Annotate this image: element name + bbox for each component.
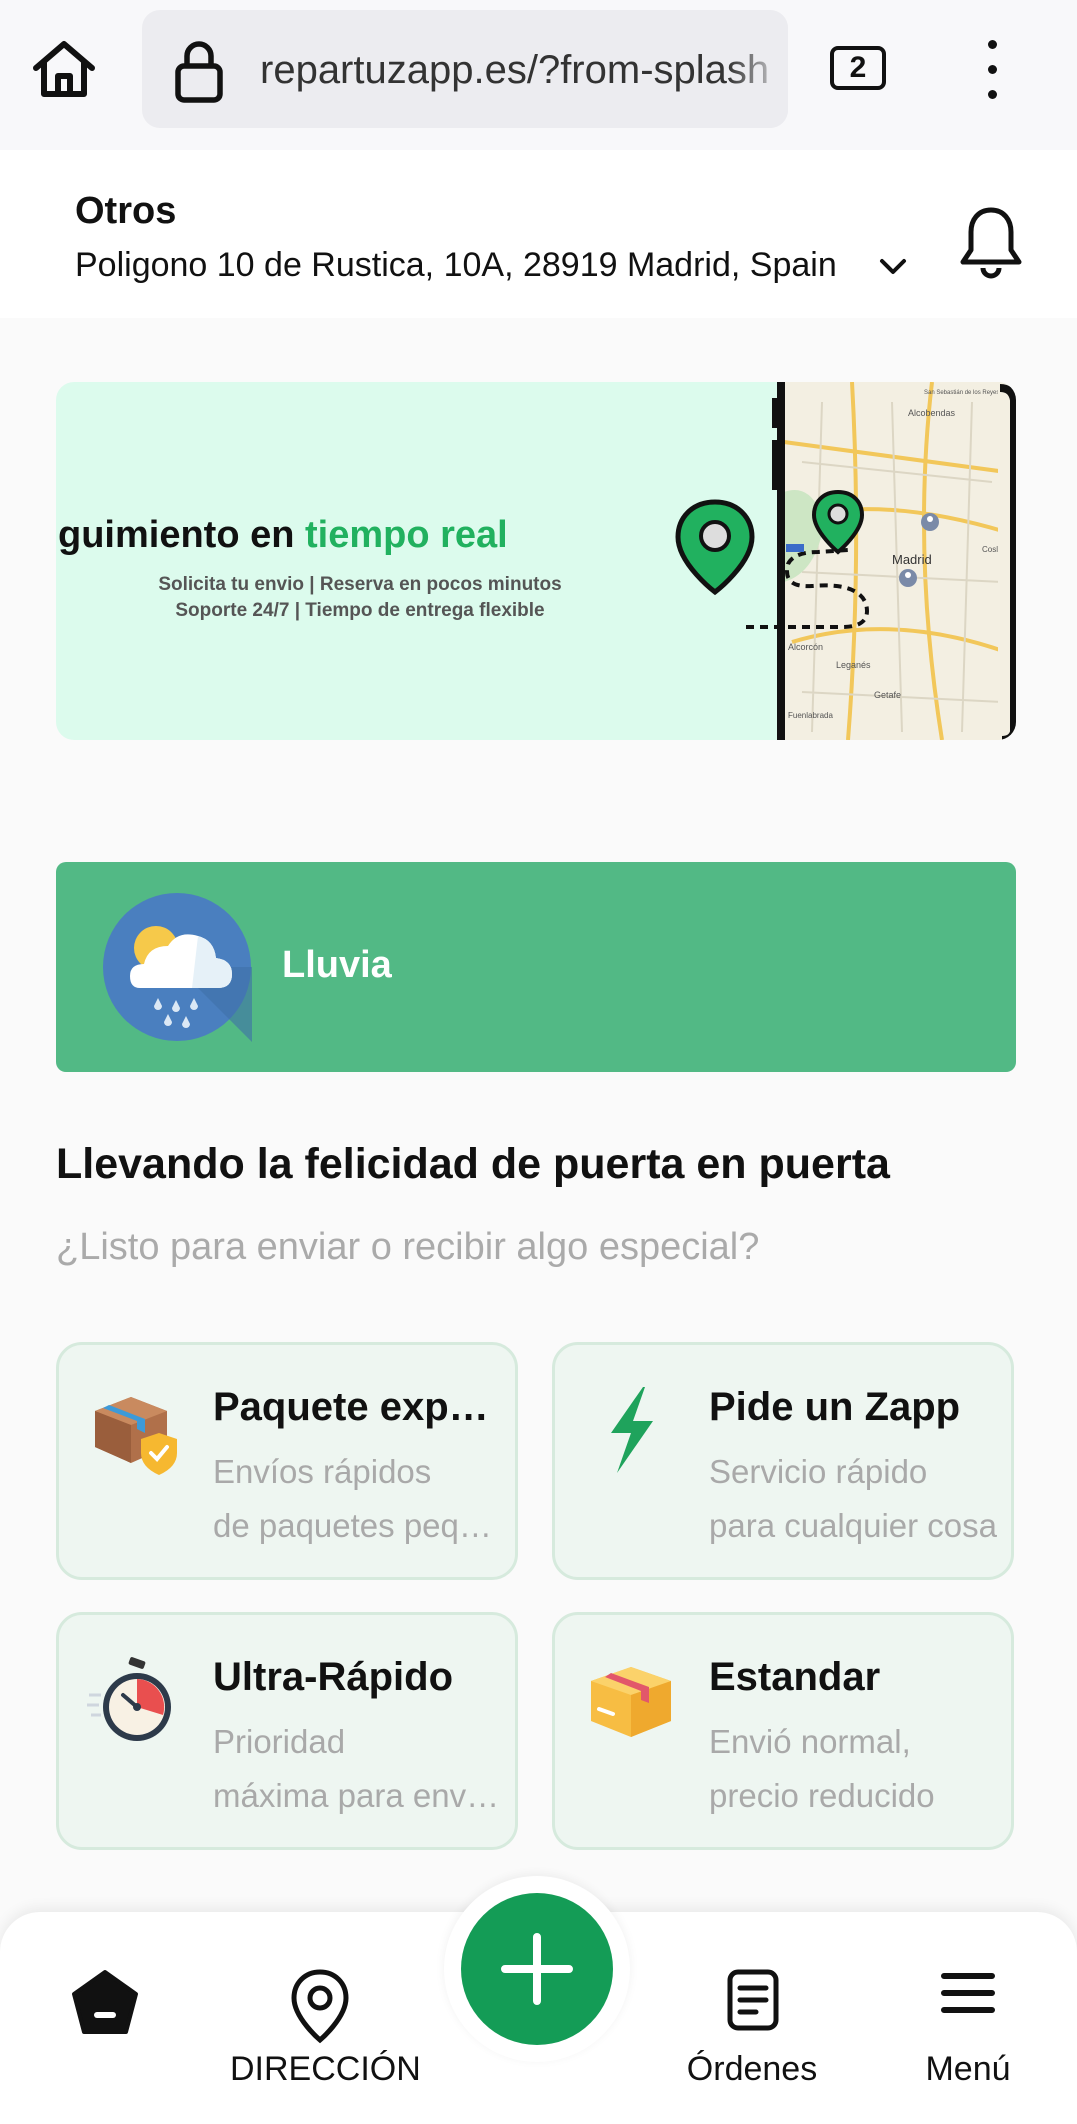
orders-document-icon: [727, 1969, 779, 2031]
banner-subtitle: Solicita tu envio | Reserva en pocos min…: [158, 574, 562, 621]
browser-home-icon[interactable]: [30, 36, 108, 102]
nav-direccion[interactable]: DIRECCIÓN: [230, 1912, 421, 2124]
svg-text:San Sebastián de los Reyes: San Sebastián de los Reyes: [924, 390, 999, 396]
url-fade: [728, 10, 788, 128]
service-description: Envíos rápidos de paquetes pequeños: [213, 1453, 503, 1544]
service-title: Pide un Zapp: [709, 1385, 961, 1429]
address-selector[interactable]: Poligono 10 de Rustica, 10A, 28919 Madri…: [75, 246, 837, 285]
svg-text:Getafe: Getafe: [874, 690, 901, 700]
add-order-button[interactable]: [461, 1893, 613, 2045]
box-icon: [591, 1667, 671, 1737]
service-description: Prioridad máxima para envíos: [213, 1723, 503, 1814]
svg-text:Leganés: Leganés: [836, 660, 871, 670]
svg-text:Madrid: Madrid: [892, 552, 932, 567]
service-description: Envió normal, precio reducido: [709, 1723, 935, 1814]
banner-title: guimiento en tiempo real: [58, 514, 508, 556]
lightning-icon: [611, 1387, 653, 1473]
hamburger-menu-icon: [941, 1973, 995, 2013]
address-bar[interactable]: repartuzapp.es/?from-splash: [142, 10, 788, 128]
browser-menu-icon[interactable]: [986, 40, 1000, 100]
location-header: Otros Poligono 10 de Rustica, 10A, 28919…: [0, 150, 1077, 318]
nav-ordenes-label: Órdenes: [686, 2050, 818, 2088]
service-title: Paquete express: [213, 1385, 503, 1429]
service-card-estandar[interactable]: Estandar Envió normal, precio reducido: [552, 1612, 1014, 1850]
promo-banner[interactable]: guimiento en tiempo real Solicita tu env…: [56, 382, 1016, 740]
service-title: Ultra-Rápido: [213, 1655, 453, 1699]
nav-menu-label: Menú: [925, 2050, 1011, 2088]
service-card-zapp[interactable]: Pide un Zapp Servicio rápido para cualqu…: [552, 1342, 1014, 1580]
lock-icon: [172, 38, 226, 104]
section-heading: Llevando la felicidad de puerta en puert…: [56, 1140, 890, 1188]
service-title: Estandar: [709, 1655, 881, 1699]
chevron-down-icon[interactable]: [878, 256, 908, 278]
svg-text:Alcorcón: Alcorcón: [788, 642, 823, 652]
url-text[interactable]: repartuzapp.es/?from-splash: [260, 48, 780, 93]
nav-home[interactable]: [14, 1912, 194, 2124]
stopwatch-icon: [87, 1657, 171, 1741]
package-shield-icon: [95, 1397, 177, 1475]
weather-label: Lluvia: [282, 944, 392, 986]
location-pin-icon: [291, 1969, 349, 2044]
nav-direccion-label: DIRECCIÓN: [230, 2050, 421, 2088]
svg-text:Alcobendas: Alcobendas: [908, 408, 956, 418]
browser-toolbar: repartuzapp.es/?from-splash 2: [0, 0, 1077, 150]
plus-icon: [501, 1933, 573, 2005]
rain-cloud-icon: [103, 893, 252, 1042]
home-pentagon-icon: [72, 1970, 138, 2034]
nav-ordenes[interactable]: Órdenes: [662, 1912, 842, 2124]
nav-menu[interactable]: Menú: [878, 1912, 1058, 2124]
service-card-paquete[interactable]: Paquete express Envíos rápidos de paquet…: [56, 1342, 518, 1580]
tab-switcher-button[interactable]: 2: [830, 46, 886, 90]
weather-card[interactable]: Lluvia: [56, 862, 1016, 1072]
svg-text:Fuenlabrada: Fuenlabrada: [788, 711, 833, 720]
place-name[interactable]: Otros: [75, 190, 176, 233]
bell-icon[interactable]: [958, 204, 1024, 280]
section-subheading: ¿Listo para enviar o recibir algo especi…: [56, 1226, 760, 1268]
map-phone-illustration: Alcobendas San Sebastián de los Reyes Ma…: [675, 382, 1016, 740]
service-card-ultra-rapido[interactable]: Ultra-Rápido Prioridad máxima para envío…: [56, 1612, 518, 1850]
service-description: Servicio rápido para cualquier cosa: [709, 1453, 998, 1544]
